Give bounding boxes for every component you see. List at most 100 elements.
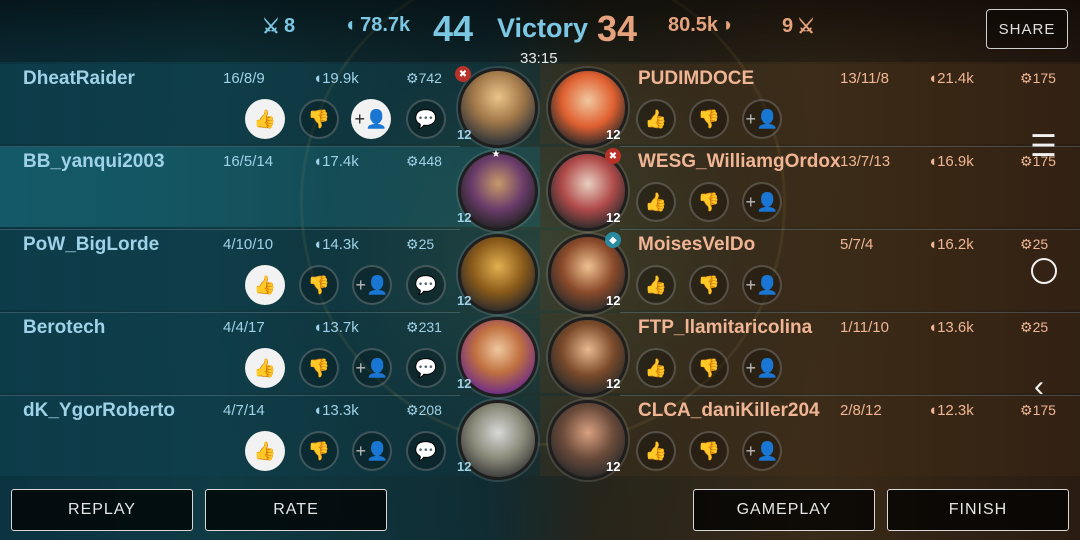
replay-button[interactable]: REPLAY xyxy=(11,489,193,531)
add-friend-button[interactable]: +👤 xyxy=(351,99,391,139)
gem-icon: ⚙ xyxy=(1020,319,1033,335)
gameplay-button[interactable]: GAMEPLAY xyxy=(693,489,875,531)
player-kda: 16/5/14 xyxy=(223,153,274,170)
finish-button[interactable]: FINISH xyxy=(887,489,1069,531)
left-team-score: 44 xyxy=(433,8,474,49)
add-friend-button[interactable]: +👤 xyxy=(742,182,782,222)
thumbs-down-button[interactable]: 👎 xyxy=(689,99,729,139)
add-friend-button[interactable]: +👤 xyxy=(352,431,392,471)
thumbs-down-icon: 👎 xyxy=(307,357,331,378)
hero-level: 12 xyxy=(606,376,621,391)
right-kills-value: 9 xyxy=(782,15,794,37)
add-friend-button[interactable]: +👤 xyxy=(742,348,782,388)
chat-button[interactable]: 💬 xyxy=(406,265,446,305)
gem-icon: ⚙ xyxy=(1020,236,1033,252)
gold-icon: ◗ xyxy=(722,14,735,36)
gold-icon: ◖ xyxy=(313,402,323,419)
thumbs-up-button[interactable]: 👍 xyxy=(245,99,285,139)
rate-button[interactable]: RATE xyxy=(205,489,387,531)
thumbs-up-icon: 👍 xyxy=(644,191,668,212)
left-team-kills: ⚔ 8 xyxy=(262,14,295,39)
thumbs-up-button[interactable]: 👍 xyxy=(636,265,676,305)
player-name[interactable]: PUDIMDOCE xyxy=(638,68,754,90)
thumbs-up-icon: 👍 xyxy=(644,108,668,129)
thumbs-up-icon: 👍 xyxy=(253,274,277,295)
thumbs-up-button[interactable]: 👍 xyxy=(636,348,676,388)
row-divider xyxy=(620,146,1080,147)
share-button[interactable]: SHARE xyxy=(986,9,1068,49)
thumbs-up-button[interactable]: 👍 xyxy=(245,431,285,471)
thumbs-down-button[interactable]: 👎 xyxy=(689,348,729,388)
add-friend-button[interactable]: +👤 xyxy=(742,431,782,471)
player-name[interactable]: DheatRaider xyxy=(23,68,135,90)
menu-icon[interactable]: ☰ xyxy=(1030,132,1057,162)
gold-icon: ◖ xyxy=(928,70,938,87)
thumbs-down-button[interactable]: 👎 xyxy=(689,182,729,222)
player-gold: ◖16.2k xyxy=(928,236,974,253)
player-name[interactable]: MoisesVelDo xyxy=(638,234,755,256)
add-friend-icon: +👤 xyxy=(745,191,779,212)
right-team-kills: 9 ⚔ xyxy=(782,14,815,39)
thumbs-down-icon: 👎 xyxy=(697,108,721,129)
add-friend-icon: +👤 xyxy=(745,108,779,129)
thumbs-down-button[interactable]: 👎 xyxy=(299,431,339,471)
thumbs-down-icon: 👎 xyxy=(307,440,331,461)
chat-button[interactable]: 💬 xyxy=(406,348,446,388)
match-result: Victory xyxy=(497,13,589,43)
thumbs-down-button[interactable]: 👎 xyxy=(299,348,339,388)
player-name[interactable]: BB_yanqui2003 xyxy=(23,151,165,173)
thumbs-up-icon: 👍 xyxy=(644,440,668,461)
thumbs-down-button[interactable]: 👎 xyxy=(299,265,339,305)
thumbs-down-button[interactable]: 👎 xyxy=(689,265,729,305)
player-name[interactable]: WESG_WilliamgOrdox xyxy=(638,151,841,173)
kills-icon: ⚔ xyxy=(797,16,816,38)
add-friend-button[interactable]: +👤 xyxy=(742,265,782,305)
back-icon[interactable]: ‹ xyxy=(1034,372,1044,402)
player-kda: 4/4/17 xyxy=(223,319,265,336)
thumbs-down-button[interactable]: 👎 xyxy=(299,99,339,139)
player-gems: ⚙25 xyxy=(1020,319,1049,335)
thumbs-up-button[interactable]: 👍 xyxy=(245,265,285,305)
chat-button[interactable]: 💬 xyxy=(406,431,446,471)
thumbs-down-icon: 👎 xyxy=(697,357,721,378)
player-gems: ⚙231 xyxy=(406,319,442,335)
player-name[interactable]: PoW_BigLorde xyxy=(23,234,159,256)
hero-level: 12 xyxy=(606,210,621,225)
player-name[interactable]: CLCA_daniKiller204 xyxy=(638,400,820,422)
thumbs-down-icon: 👎 xyxy=(697,274,721,295)
row-divider xyxy=(0,395,460,396)
row-divider xyxy=(620,312,1080,313)
thumbs-down-icon: 👎 xyxy=(697,440,721,461)
star-icon: ★ xyxy=(491,148,501,160)
player-name[interactable]: dK_YgorRoberto xyxy=(23,400,175,422)
circle-icon[interactable] xyxy=(1031,258,1057,284)
thumbs-up-button[interactable]: 👍 xyxy=(636,182,676,222)
thumbs-up-button[interactable]: 👍 xyxy=(636,431,676,471)
thumbs-down-button[interactable]: 👎 xyxy=(689,431,729,471)
row-divider xyxy=(0,312,460,313)
add-friend-icon: +👤 xyxy=(355,357,389,378)
gold-icon: ◖ xyxy=(928,319,938,336)
gem-icon: ⚙ xyxy=(406,153,419,169)
gem-icon: ⚙ xyxy=(406,70,419,86)
add-friend-button[interactable]: +👤 xyxy=(352,348,392,388)
add-friend-button[interactable]: +👤 xyxy=(742,99,782,139)
player-gold: ◖17.4k xyxy=(313,153,359,170)
hero-level: 12 xyxy=(457,127,472,142)
chat-icon: 💬 xyxy=(414,357,438,378)
add-friend-button[interactable]: +👤 xyxy=(352,265,392,305)
thumbs-up-button[interactable]: 👍 xyxy=(245,348,285,388)
player-gold: ◖14.3k xyxy=(313,236,359,253)
row-divider xyxy=(620,229,1080,230)
chat-button[interactable]: 💬 xyxy=(406,99,446,139)
thumbs-up-button[interactable]: 👍 xyxy=(636,99,676,139)
add-friend-icon: +👤 xyxy=(745,274,779,295)
gem-icon: ⚙ xyxy=(406,402,419,418)
player-gold: ◖13.7k xyxy=(313,319,359,336)
gold-icon: ◖ xyxy=(313,70,323,87)
player-name[interactable]: Berotech xyxy=(23,317,105,339)
player-gold: ◖13.6k xyxy=(928,319,974,336)
player-name[interactable]: FTP_llamitaricolina xyxy=(638,317,812,339)
player-kda: 4/7/14 xyxy=(223,402,265,419)
player-gems: ⚙175 xyxy=(1020,70,1056,86)
